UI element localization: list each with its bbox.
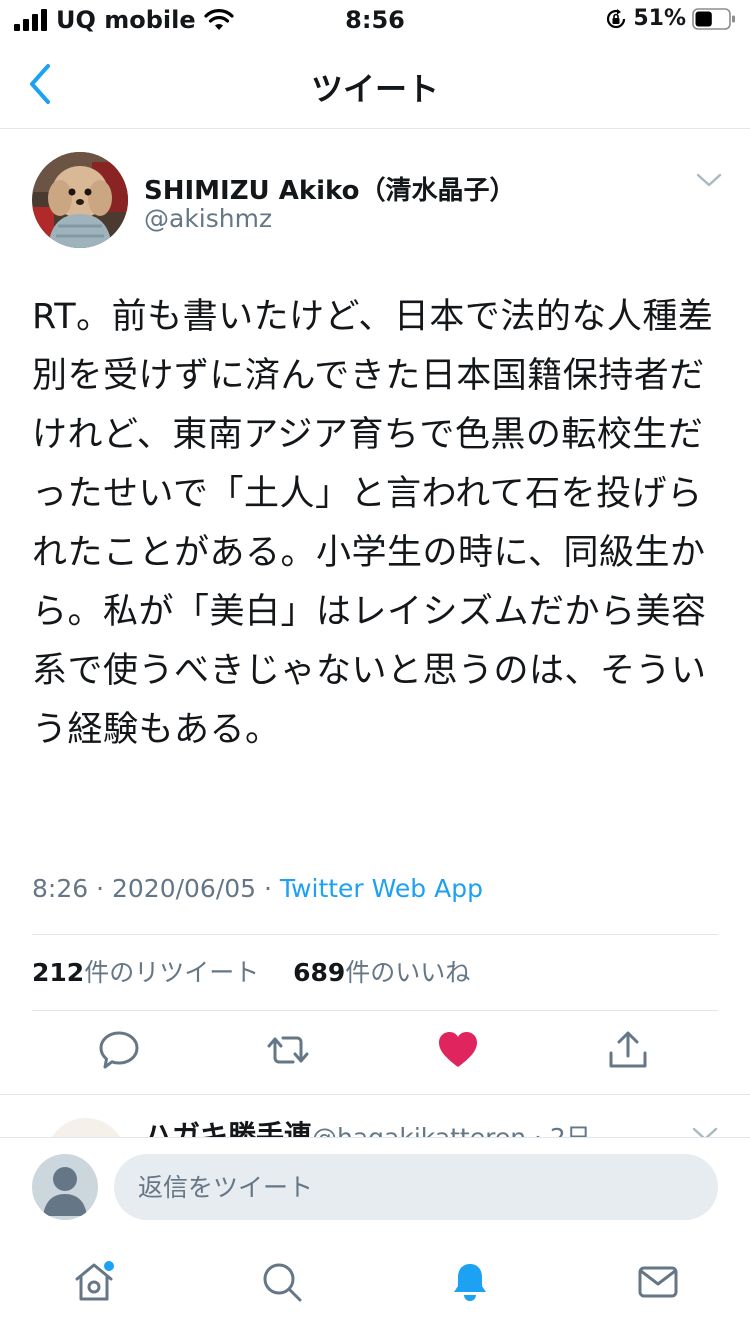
reply-author-handle: @hagakikatteren · 2日 [312,1123,591,1138]
tweet-text: RT。前も書いたけど、日本で法的な人種差別を受けずに済んできた日本国籍保持者だけ… [32,297,714,750]
like-label: 件のいいね [345,958,471,987]
navigation-bar: ツイート [0,40,750,129]
status-bar-right: 51% [605,6,736,31]
notifications-icon[interactable] [448,1260,492,1304]
reply-icon[interactable] [97,1028,141,1072]
reply-author-name: ハガキ勝手連 [144,1119,313,1138]
like-icon[interactable] [436,1028,480,1072]
avatar[interactable] [32,152,128,248]
like-stat[interactable]: 689件のいいね [293,958,470,987]
author-name[interactable]: SHIMIZU Akiko（清水晶子） [144,170,516,207]
tab-bar [0,1238,750,1334]
reply-avatar [46,1118,126,1138]
battery-percent: 51% [633,6,686,31]
like-count: 689 [293,958,346,987]
orientation-lock-icon [607,8,626,28]
tweet-source-link[interactable]: Twitter Web App [280,874,483,903]
retweet-stat[interactable]: 212件のリツイート [32,958,259,987]
status-bar: UQ mobile 8:56 51% [0,0,750,40]
page-title: ツイート [310,70,439,108]
reply-preview[interactable]: ハガキ勝手連 @hagakikatteren · 2日 [0,1096,750,1138]
battery-icon [692,7,735,30]
author-handle[interactable]: @akishmz [144,204,272,233]
reply-input[interactable] [114,1154,718,1220]
retweet-count: 212 [32,958,85,987]
tweet-actions [0,1028,750,1078]
retweet-icon[interactable] [266,1028,310,1072]
avatar-image [32,152,128,248]
tweet-header: SHIMIZU Akiko（清水晶子） @akishmz [32,150,722,254]
reply-composer [0,1138,750,1238]
tweet-stats: 212件のリツイート 689件のいいね [32,953,470,989]
messages-icon[interactable] [636,1260,680,1304]
chevron-down-icon[interactable] [696,170,722,190]
tweet-timestamp: 8:26 · 2020/06/05 · [32,874,280,903]
tweet-meta: 8:26 · 2020/06/05 · Twitter Web App [32,874,483,903]
search-icon[interactable] [260,1260,304,1304]
section-separator [0,1094,750,1095]
current-user-avatar[interactable] [32,1154,98,1220]
chevron-down-icon[interactable] [692,1124,718,1138]
share-icon[interactable] [606,1028,650,1072]
retweet-label: 件のリツイート [84,958,260,987]
divider [32,1010,718,1011]
divider [32,934,718,935]
home-icon[interactable] [72,1260,116,1304]
